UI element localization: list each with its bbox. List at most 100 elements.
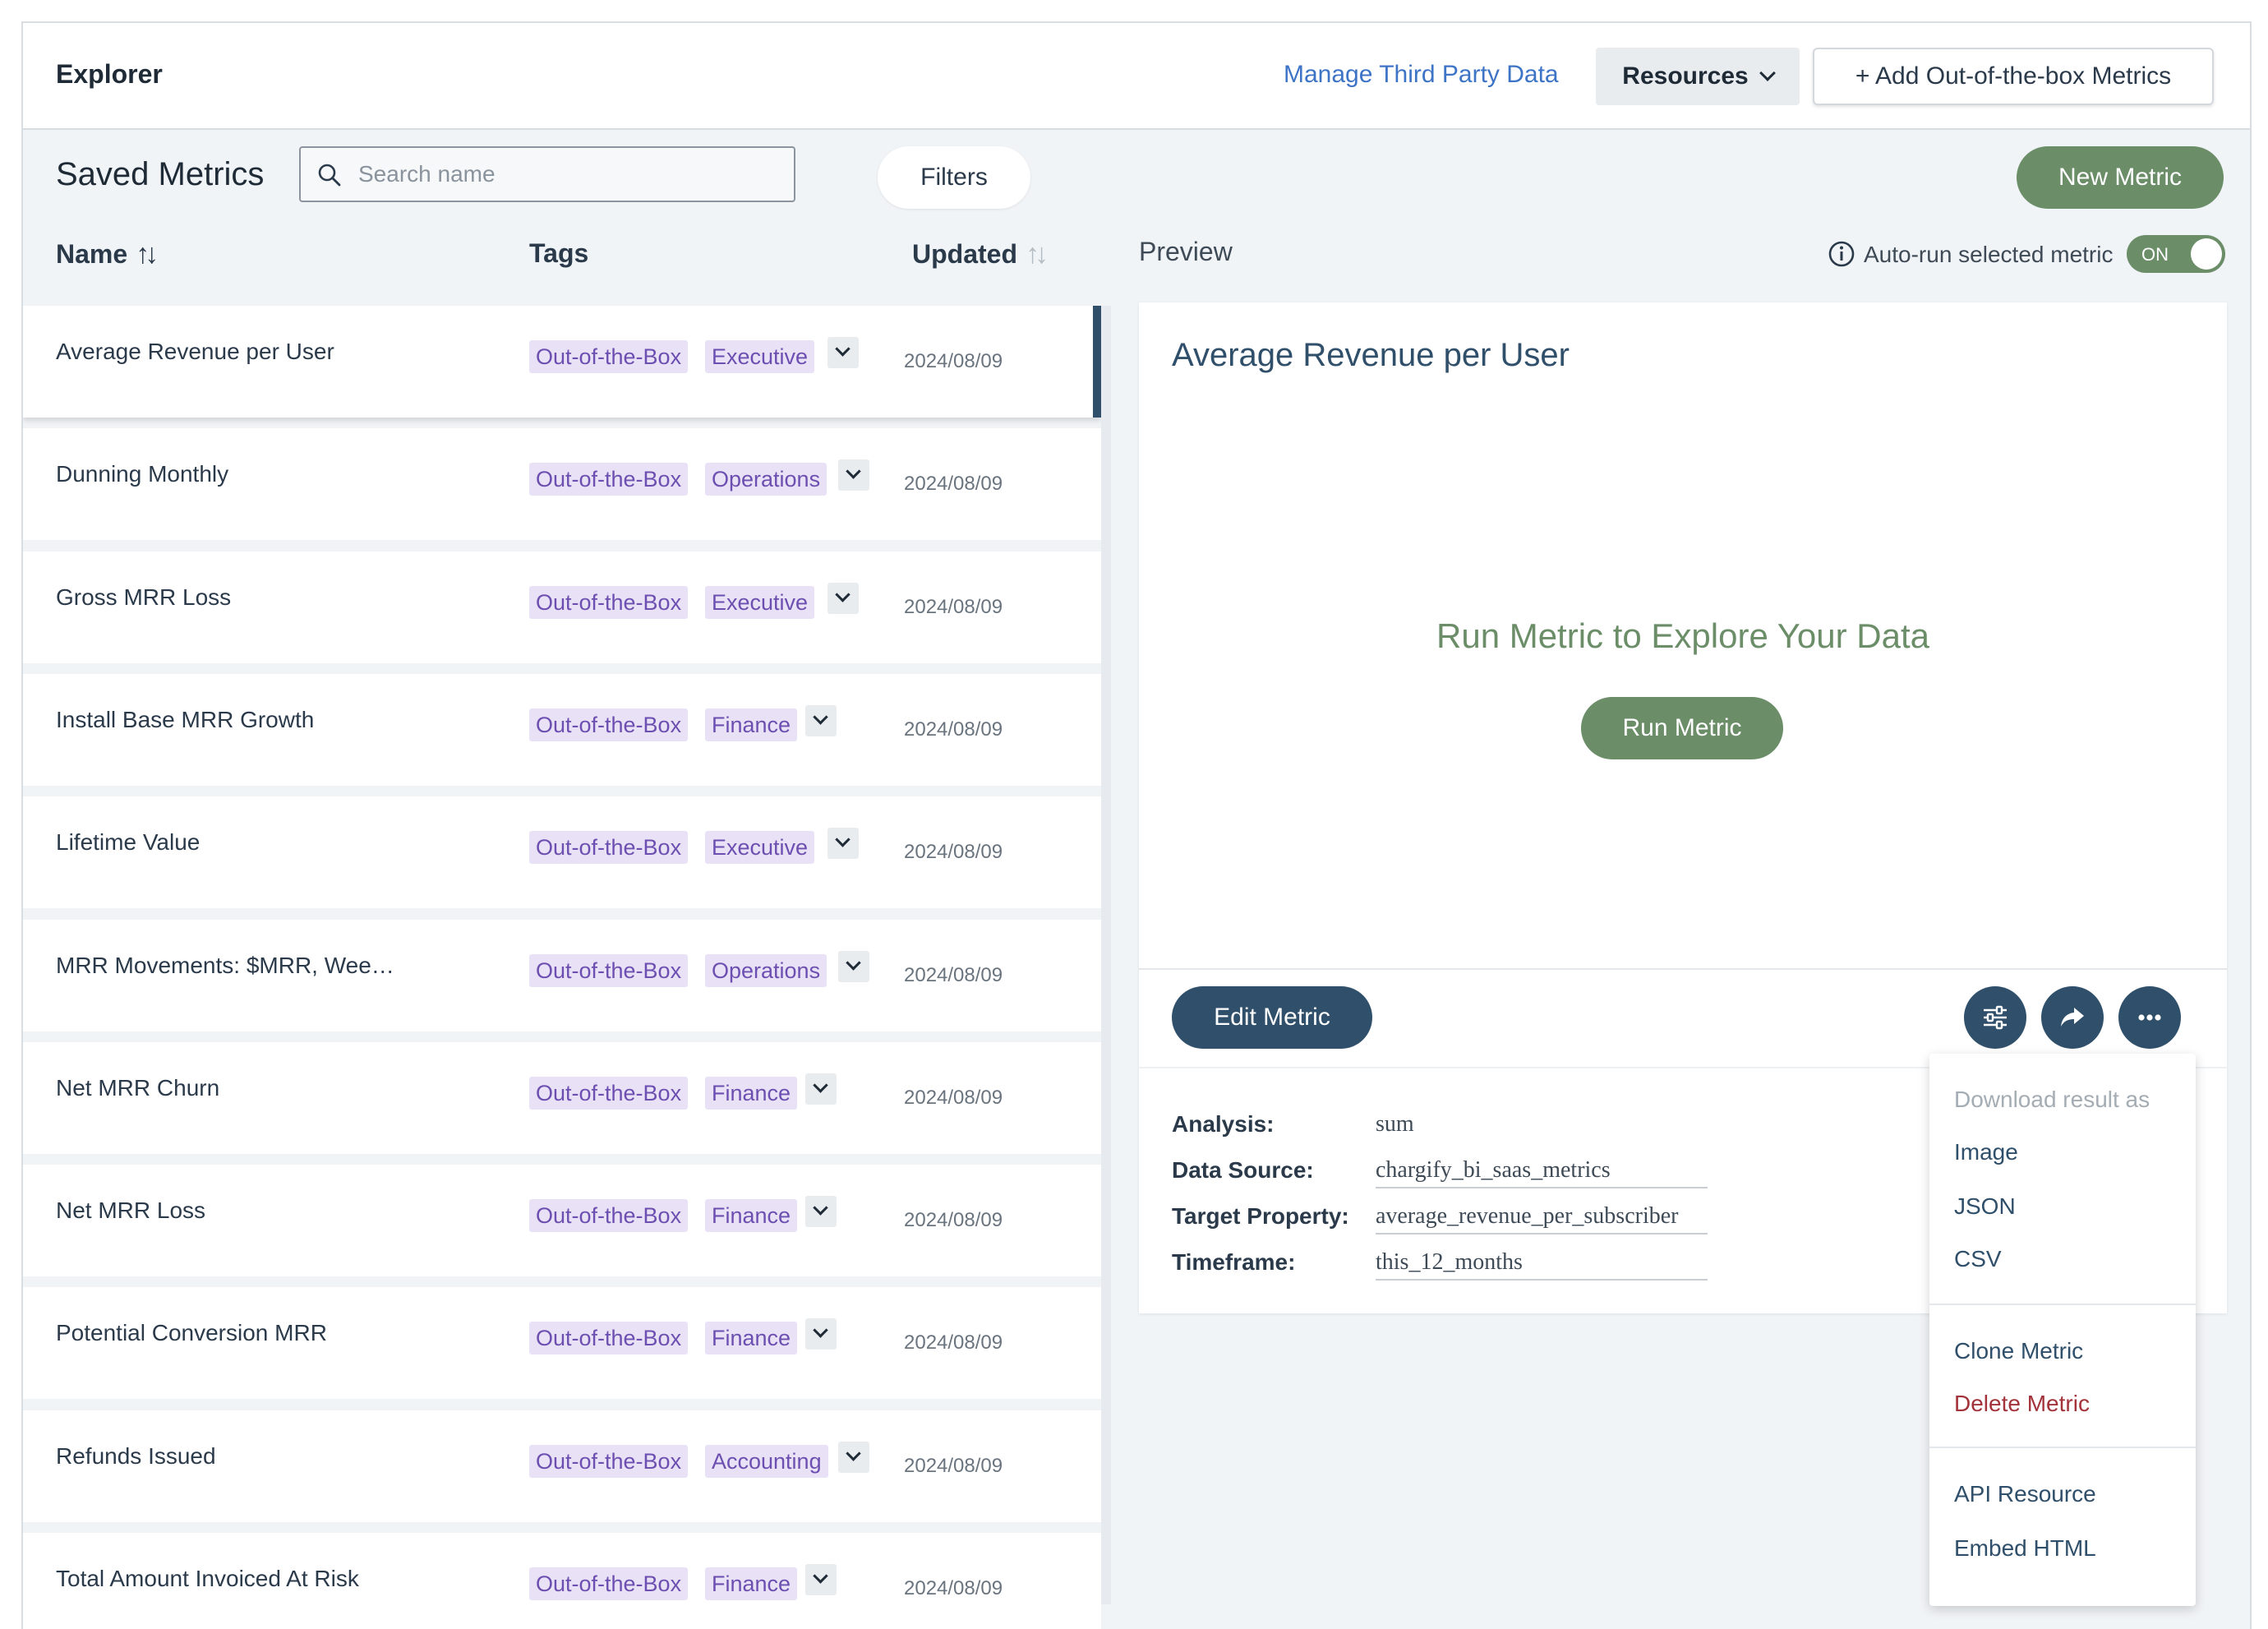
metric-name: Total Amount Invoiced At Risk — [56, 1566, 359, 1591]
tag-badge: Out-of-the-Box — [529, 1567, 689, 1600]
settings-button[interactable] — [1964, 986, 2026, 1049]
tags-dropdown-chevron-down-icon[interactable] — [838, 1442, 869, 1473]
tags-dropdown-chevron-down-icon[interactable] — [805, 1196, 837, 1227]
metric-row[interactable]: Dunning Monthly Out-of-the-Box Operations 2… — [23, 428, 1101, 540]
search-input[interactable] — [358, 156, 777, 192]
column-header-tags: Tags — [529, 238, 588, 269]
metric-row[interactable]: Net MRR Loss Out-of-the-Box Finance 2024/08… — [23, 1165, 1101, 1276]
sort-ascending-icon[interactable]: ↑↓ — [136, 238, 159, 270]
saved-metrics-title: Saved Metrics — [56, 156, 265, 192]
list-scrollbar[interactable] — [1101, 306, 1111, 1604]
tag-badge: Out-of-the-Box — [529, 1077, 689, 1110]
metric-updated-date: 2024/08/09 — [904, 1455, 1003, 1477]
column-header-updated[interactable]: Updated ↑↓ — [912, 238, 1049, 270]
metric-row[interactable]: Net MRR Churn Out-of-the-Box Finance 2024/0… — [23, 1042, 1101, 1154]
menu-item-clone-metric[interactable]: Clone Metric — [1954, 1338, 2083, 1364]
share-button[interactable] — [2041, 986, 2104, 1049]
top-bar: Explorer Manage Third Party Data Resourc… — [23, 23, 2250, 130]
tag-badge: Out-of-the-Box — [529, 586, 689, 619]
metric-updated-date: 2024/08/09 — [904, 718, 1003, 741]
manage-third-party-data-link[interactable]: Manage Third Party Data — [1284, 61, 1559, 89]
empty-state-message: Run Metric to Explore Your Data — [1436, 616, 1929, 655]
tags-dropdown-chevron-down-icon[interactable] — [805, 1073, 837, 1105]
tag-badge: Executive — [705, 586, 815, 619]
metric-row[interactable]: Potential Conversion MRR Out-of-the-Box Fi… — [23, 1287, 1101, 1399]
menu-item-image[interactable]: Image — [1954, 1139, 2018, 1165]
auto-run-label: Auto-run selected metric — [1864, 242, 2114, 267]
metric-row[interactable]: Average Revenue per User Out-of-the-Box Ex… — [23, 306, 1101, 418]
menu-item-csv[interactable]: CSV — [1954, 1246, 2002, 1272]
metric-name: Gross MRR Loss — [56, 584, 232, 610]
explorer-app: Explorer Manage Third Party Data Resourc… — [21, 21, 2252, 1629]
resources-label: Resources — [1622, 62, 1749, 90]
resources-dropdown-button[interactable]: Resources — [1596, 48, 1800, 105]
info-icon[interactable] — [1828, 240, 1855, 268]
tag-badge: Finance — [705, 1077, 798, 1110]
filters-button[interactable]: Filters — [878, 146, 1030, 209]
tags-dropdown-chevron-down-icon[interactable] — [805, 705, 837, 736]
selected-indicator — [1093, 306, 1101, 418]
metric-name: Net MRR Churn — [56, 1075, 220, 1101]
metric-row[interactable]: Lifetime Value Out-of-the-Box Executive 202… — [23, 796, 1101, 908]
tag-badge: Out-of-the-Box — [529, 1199, 689, 1232]
tag-badge: Out-of-the-Box — [529, 1322, 689, 1354]
data-source-label: Data Source: — [1172, 1157, 1314, 1183]
tags-dropdown-chevron-down-icon[interactable] — [838, 951, 869, 982]
target-property-label: Target Property: — [1172, 1203, 1349, 1229]
metric-updated-date: 2024/08/09 — [904, 596, 1003, 618]
menu-item-json[interactable]: JSON — [1954, 1193, 2016, 1220]
sliders-icon — [1984, 1005, 2007, 1030]
metric-updated-date: 2024/08/09 — [904, 841, 1003, 863]
tags-dropdown-chevron-down-icon[interactable] — [827, 583, 859, 614]
auto-run-toggle[interactable]: ON — [2127, 235, 2225, 273]
more-options-button[interactable] — [2118, 986, 2181, 1049]
tags-dropdown-chevron-down-icon[interactable] — [827, 337, 859, 368]
tag-badge: Finance — [705, 1567, 798, 1600]
metric-list: Average Revenue per User Out-of-the-Box Ex… — [23, 306, 1101, 1629]
tag-badge: Operations — [705, 463, 827, 496]
edit-metric-button[interactable]: Edit Metric — [1172, 986, 1372, 1049]
metric-row[interactable]: Refunds Issued Out-of-the-Box Accounting 20… — [23, 1410, 1101, 1522]
metric-row[interactable]: Gross MRR Loss Out-of-the-Box Executive 202… — [23, 551, 1101, 663]
timeframe-value: this_12_months — [1376, 1249, 1708, 1281]
metric-row[interactable]: Total Amount Invoiced At Risk Out-of-the-… — [23, 1533, 1101, 1629]
tags-dropdown-chevron-down-icon[interactable] — [805, 1564, 837, 1595]
menu-item-embed-html[interactable]: Embed HTML — [1954, 1535, 2096, 1562]
tags-dropdown-chevron-down-icon[interactable] — [827, 828, 859, 859]
preview-metric-title: Average Revenue per User — [1172, 337, 1570, 373]
tag-badge: Finance — [705, 1199, 798, 1232]
chevron-down-icon — [1759, 65, 1776, 81]
menu-item-api-resource[interactable]: API Resource — [1954, 1481, 2096, 1507]
column-header-name[interactable]: Name ↑↓ — [56, 238, 159, 270]
tag-badge: Out-of-the-Box — [529, 954, 689, 987]
search-box[interactable] — [299, 146, 795, 202]
analysis-value: sum — [1376, 1111, 1414, 1137]
metric-name: Dunning Monthly — [56, 461, 229, 487]
metric-row[interactable]: MRR Movements: $MRR, Wee… Out-of-the-Box O… — [23, 920, 1101, 1031]
tags-dropdown-chevron-down-icon[interactable] — [838, 459, 869, 491]
column-name-label: Name — [56, 239, 128, 269]
target-property-value: average_revenue_per_subscriber — [1376, 1203, 1708, 1234]
add-out-of-the-box-metrics-button[interactable]: + Add Out-of-the-box Metrics — [1813, 48, 2214, 105]
toggle-state-label: ON — [2141, 244, 2169, 265]
metric-updated-date: 2024/08/09 — [904, 1577, 1003, 1599]
menu-item-delete-metric[interactable]: Delete Metric — [1954, 1391, 2090, 1417]
sort-arrows-icon[interactable]: ↑↓ — [1026, 238, 1049, 270]
new-metric-button[interactable]: New Metric — [2017, 146, 2224, 209]
metric-updated-date: 2024/08/09 — [904, 964, 1003, 986]
ellipsis-icon — [2138, 1014, 2161, 1021]
tag-badge: Executive — [705, 340, 815, 373]
metric-name: Average Revenue per User — [56, 339, 334, 364]
share-arrow-icon — [2061, 1008, 2084, 1027]
tags-dropdown-chevron-down-icon[interactable] — [805, 1318, 837, 1350]
metric-row[interactable]: Install Base MRR Growth Out-of-the-Box Fin… — [23, 674, 1101, 786]
metric-name: Net MRR Loss — [56, 1198, 206, 1223]
toggle-knob — [2191, 238, 2222, 270]
column-updated-label: Updated — [912, 239, 1017, 269]
tag-badge: Out-of-the-Box — [529, 340, 689, 373]
tag-badge: Out-of-the-Box — [529, 1445, 689, 1478]
tag-badge: Finance — [705, 1322, 798, 1354]
metric-updated-date: 2024/08/09 — [904, 473, 1003, 495]
run-metric-button[interactable]: Run Metric — [1581, 697, 1783, 759]
metric-updated-date: 2024/08/09 — [904, 1331, 1003, 1354]
